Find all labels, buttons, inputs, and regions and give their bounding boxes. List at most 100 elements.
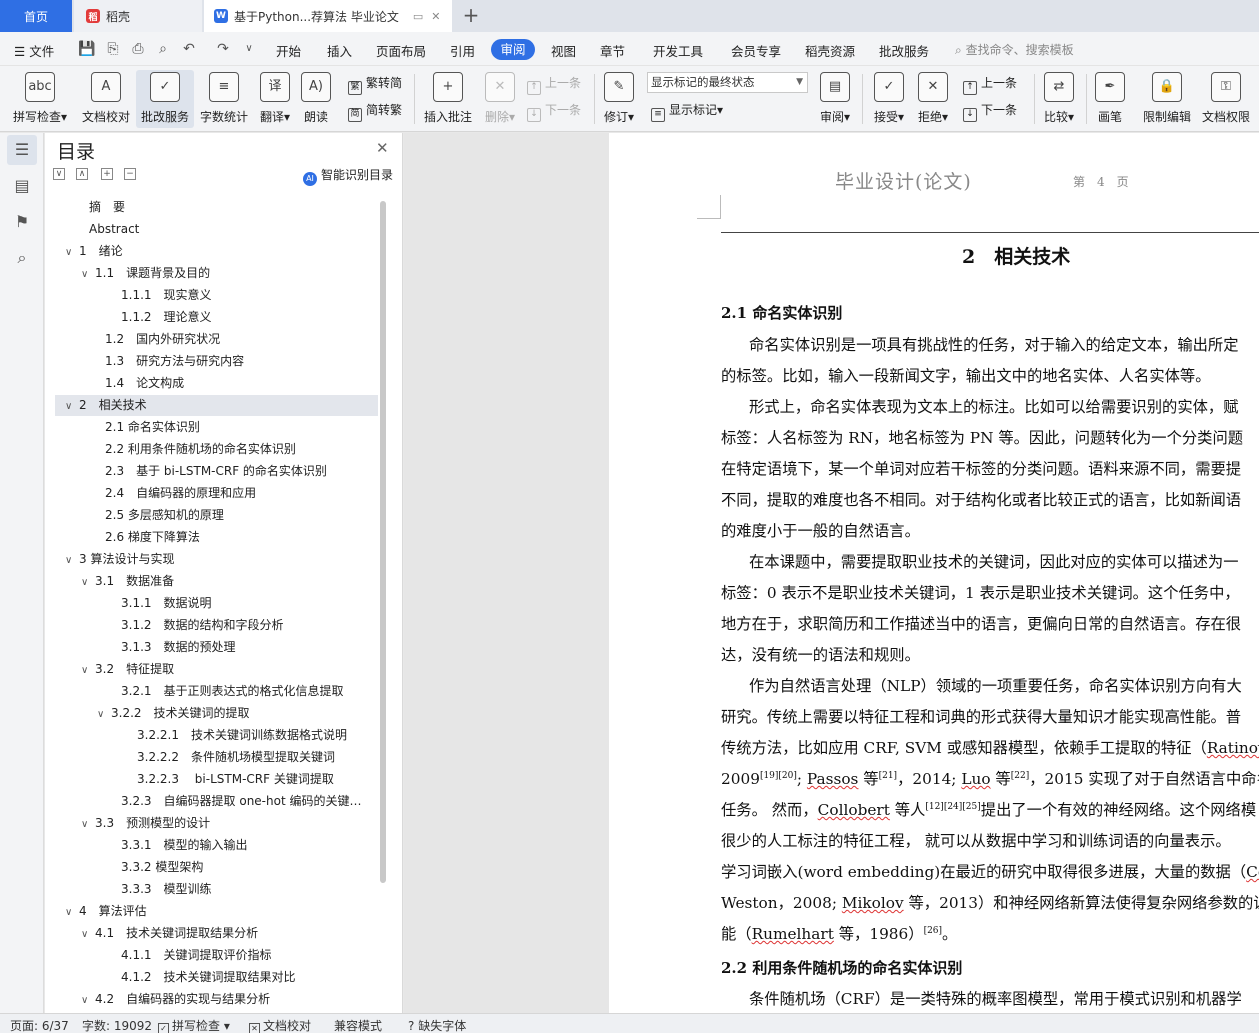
chevron-down-icon[interactable]: ∨ bbox=[65, 396, 79, 416]
prev-change-button[interactable]: ↑ 上一条 bbox=[963, 74, 1017, 95]
expand-up-icon[interactable]: ∧ bbox=[76, 168, 88, 180]
read-aloud-button[interactable]: A) 朗读 bbox=[298, 70, 334, 128]
next-comment-button[interactable]: ↓ 下一条 bbox=[527, 101, 581, 122]
spellcheck-button[interactable]: abc 拼写检查▾ bbox=[8, 70, 72, 128]
toc-item[interactable]: 2.3 基于 bi-LSTM-CRF 的命名实体识别 bbox=[55, 461, 378, 482]
review-pane-button[interactable]: ▤ 审阅▾ bbox=[816, 70, 854, 128]
toc-item[interactable]: ∨ 3.3 预测模型的设计 bbox=[55, 813, 378, 834]
accept-button[interactable]: ✓ 接受▾ bbox=[870, 70, 908, 128]
toc-item[interactable]: 2.2 利用条件随机场的命名实体识别 bbox=[55, 439, 378, 460]
word-count-indicator[interactable]: 字数: 19092 bbox=[82, 1017, 152, 1033]
page-indicator[interactable]: 页面: 6/37 bbox=[10, 1017, 69, 1033]
next-change-button[interactable]: ↓ 下一条 bbox=[963, 101, 1017, 122]
collapse-all-icon[interactable]: ∨ bbox=[53, 168, 65, 180]
chevron-down-icon[interactable]: ∨ bbox=[81, 990, 95, 1010]
correction-service-button[interactable]: ✓ 批改服务 bbox=[136, 70, 194, 128]
tab-close-icon[interactable]: ✕ bbox=[431, 10, 440, 23]
chevron-down-icon[interactable]: ∨ bbox=[81, 924, 95, 944]
revise-button[interactable]: ✎ 修订▾ bbox=[600, 70, 638, 128]
toc-item[interactable]: 3.2.2.3 bi-LSTM-CRF 关键词提取 bbox=[55, 769, 378, 790]
toc-item[interactable]: 3.2.2.1 技术关键词训练数据格式说明 bbox=[55, 725, 378, 746]
toc-item[interactable]: 4.1.1 关键词提取评价指标 bbox=[55, 945, 378, 966]
toc-item[interactable]: ∨ 4 算法评估 bbox=[55, 901, 378, 922]
undo-icon[interactable]: ↶ bbox=[180, 40, 198, 58]
tab-document[interactable]: W 基于Python...荐算法 毕业论文 ▭ ✕ bbox=[204, 0, 452, 32]
toc-item[interactable]: 摘 要 bbox=[55, 197, 378, 218]
toc-item[interactable]: 3.2.2.2 条件随机场模型提取关键词 bbox=[55, 747, 378, 768]
menu-view[interactable]: 视图 bbox=[551, 41, 576, 60]
save-icon[interactable]: 💾 bbox=[78, 40, 96, 58]
toc-item[interactable]: 1.3 研究方法与研究内容 bbox=[55, 351, 378, 372]
menu-references[interactable]: 引用 bbox=[450, 41, 475, 60]
toc-item[interactable]: 2.5 多层感知机的原理 bbox=[55, 505, 378, 526]
trad-to-simp-button[interactable]: 繁繁转简 bbox=[348, 74, 402, 95]
pen-button[interactable]: ✒ 画笔 bbox=[1092, 70, 1128, 128]
toc-item[interactable]: ∨ 3.2 特征提取 bbox=[55, 659, 378, 680]
toc-item[interactable]: ∨ 2 相关技术 bbox=[55, 395, 378, 416]
toc-item[interactable]: 1.4 论文构成 bbox=[55, 373, 378, 394]
menu-review[interactable]: 审阅 bbox=[491, 39, 535, 60]
toc-item[interactable]: 2.6 梯度下降算法 bbox=[55, 527, 378, 548]
chevron-down-icon[interactable]: ∨ bbox=[81, 572, 95, 592]
insert-comment-button[interactable]: + 插入批注 bbox=[420, 70, 476, 128]
menu-start[interactable]: 开始 bbox=[276, 41, 301, 60]
bookmark-icon[interactable]: ⚑ bbox=[7, 207, 37, 237]
toc-item[interactable]: 3.1.1 数据说明 bbox=[55, 593, 378, 614]
chevron-down-icon[interactable]: ∨ bbox=[65, 242, 79, 262]
tab-home[interactable]: 首页 bbox=[0, 0, 72, 32]
tab-daoke[interactable]: 稻 稻壳 bbox=[74, 0, 202, 32]
markup-state-select[interactable]: 显示标记的最终状态 ▼ bbox=[647, 72, 808, 93]
toc-item[interactable]: 3.1.2 数据的结构和字段分析 bbox=[55, 615, 378, 636]
toc-item[interactable]: ∨ 1 绪论 bbox=[55, 241, 378, 262]
toc-item[interactable]: 1.2 国内外研究状况 bbox=[55, 329, 378, 350]
more-chevron-icon[interactable]: ∨ bbox=[240, 40, 258, 58]
toc-panel-icon[interactable]: ☰ bbox=[7, 135, 37, 165]
toc-item[interactable]: 3.2.1 基于正则表达式的格式化信息提取 bbox=[55, 681, 378, 702]
menu-member[interactable]: 会员专享 bbox=[731, 41, 781, 60]
toc-item[interactable]: ∨ 3.1 数据准备 bbox=[55, 571, 378, 592]
show-markup-button[interactable]: ≡ 显示标记▾ bbox=[651, 101, 723, 122]
toc-item[interactable]: 1.1.2 理论意义 bbox=[55, 307, 378, 328]
menu-insert[interactable]: 插入 bbox=[327, 41, 352, 60]
compare-button[interactable]: ⇄ 比较▾ bbox=[1040, 70, 1078, 128]
chapter-nav-icon[interactable]: ▤ bbox=[7, 171, 37, 201]
word-count-button[interactable]: ≡ 字数统计 bbox=[198, 70, 250, 128]
command-search[interactable]: ⌕ 查找命令、搜索模板 bbox=[955, 41, 1074, 58]
document-page[interactable]: 毕业设计(论文) 第 4 页 2 相关技术 2.1 命名实体识别 命名实体识别是… bbox=[609, 133, 1259, 1013]
restrict-edit-button[interactable]: 🔒 限制编辑 bbox=[1140, 70, 1194, 128]
spellcheck-toggle[interactable]: ✓ 拼写检查 ▾ bbox=[158, 1017, 230, 1033]
close-icon[interactable]: ✕ bbox=[376, 139, 389, 157]
menu-dev-tools[interactable]: 开发工具 bbox=[653, 41, 703, 60]
export-icon[interactable]: ⎘ bbox=[104, 40, 122, 58]
print-preview-icon[interactable]: ⌕ bbox=[154, 40, 172, 58]
chevron-down-icon[interactable]: ∨ bbox=[81, 660, 95, 680]
menu-daoke-resources[interactable]: 稻壳资源 bbox=[805, 41, 855, 60]
chevron-down-icon[interactable]: ∨ bbox=[81, 814, 95, 834]
chevron-down-icon[interactable]: ∨ bbox=[97, 704, 111, 724]
toc-item[interactable]: 3.2.3 自编码器提取 one-hot 编码的关键词特征 bbox=[55, 791, 378, 812]
simp-to-trad-button[interactable]: 简简转繁 bbox=[348, 101, 402, 122]
toc-item[interactable]: 4.1.2 技术关键词提取结果对比 bbox=[55, 967, 378, 988]
toc-item[interactable]: 3.3.2 模型架构 bbox=[55, 857, 378, 878]
new-tab-button[interactable]: + bbox=[458, 3, 484, 29]
chevron-down-icon[interactable]: ∨ bbox=[81, 264, 95, 284]
search-icon[interactable]: ⌕ bbox=[7, 243, 37, 273]
toc-item[interactable]: Abstract bbox=[55, 219, 378, 240]
toc-item[interactable]: 3.3.1 模型的输入输出 bbox=[55, 835, 378, 856]
add-heading-icon[interactable]: + bbox=[101, 168, 113, 180]
menu-correction[interactable]: 批改服务 bbox=[879, 41, 929, 60]
toc-item[interactable]: ∨ 3.2.2 技术关键词的提取 bbox=[55, 703, 378, 724]
delete-comment-button[interactable]: ✕ 删除▾ bbox=[480, 70, 520, 128]
toc-item[interactable]: 2.4 自编码器的原理和应用 bbox=[55, 483, 378, 504]
menu-page-layout[interactable]: 页面布局 bbox=[376, 41, 426, 60]
remove-heading-icon[interactable]: − bbox=[124, 168, 136, 180]
toc-item[interactable]: ∨ 4.2 自编码器的实现与结果分析 bbox=[55, 989, 378, 1010]
print-icon[interactable]: ⎙ bbox=[129, 40, 147, 58]
toc-item[interactable]: ∨ 1.1 课题背景及目的 bbox=[55, 263, 378, 284]
menu-chapter[interactable]: 章节 bbox=[600, 41, 625, 60]
toc-item[interactable]: ∨ 3 算法设计与实现 bbox=[55, 549, 378, 570]
doc-proof-status[interactable]: ✕ 文档校对 bbox=[249, 1017, 311, 1033]
toc-item[interactable]: 3.1.3 数据的预处理 bbox=[55, 637, 378, 658]
doc-permission-button[interactable]: ⚿ 文档权限 bbox=[1198, 70, 1254, 128]
missing-font-indicator[interactable]: ? 缺失字体 bbox=[408, 1017, 466, 1033]
